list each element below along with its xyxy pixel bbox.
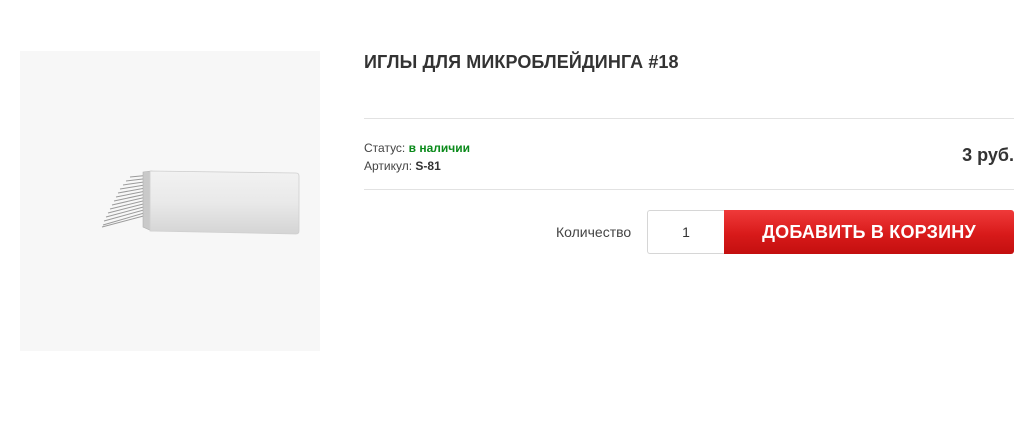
divider xyxy=(364,118,1014,119)
quantity-label: Количество xyxy=(556,224,632,240)
status-label: Статус: xyxy=(364,141,406,155)
product-price: 3 руб. xyxy=(962,145,1014,165)
sku-row: Артикул: S-81 xyxy=(364,157,470,175)
product-image[interactable] xyxy=(20,51,320,351)
add-to-cart-button[interactable]: ДОБАВИТЬ В КОРЗИНУ xyxy=(724,210,1014,254)
sku-value: S-81 xyxy=(415,159,441,173)
microblading-needle-image xyxy=(20,51,320,351)
status-row: Статус: в наличии xyxy=(364,139,470,157)
product-page: ИГЛЫ ДЛЯ МИКРОБЛЕЙДИНГА #18 Статус: в на… xyxy=(0,0,1024,436)
product-title: ИГЛЫ ДЛЯ МИКРОБЛЕЙДИНГА #18 xyxy=(364,52,679,72)
status-badge: в наличии xyxy=(408,141,470,155)
quantity-input[interactable] xyxy=(647,210,724,254)
divider xyxy=(364,189,1014,190)
product-meta: Статус: в наличии Артикул: S-81 xyxy=(364,139,470,175)
sku-label: Артикул: xyxy=(364,159,413,173)
